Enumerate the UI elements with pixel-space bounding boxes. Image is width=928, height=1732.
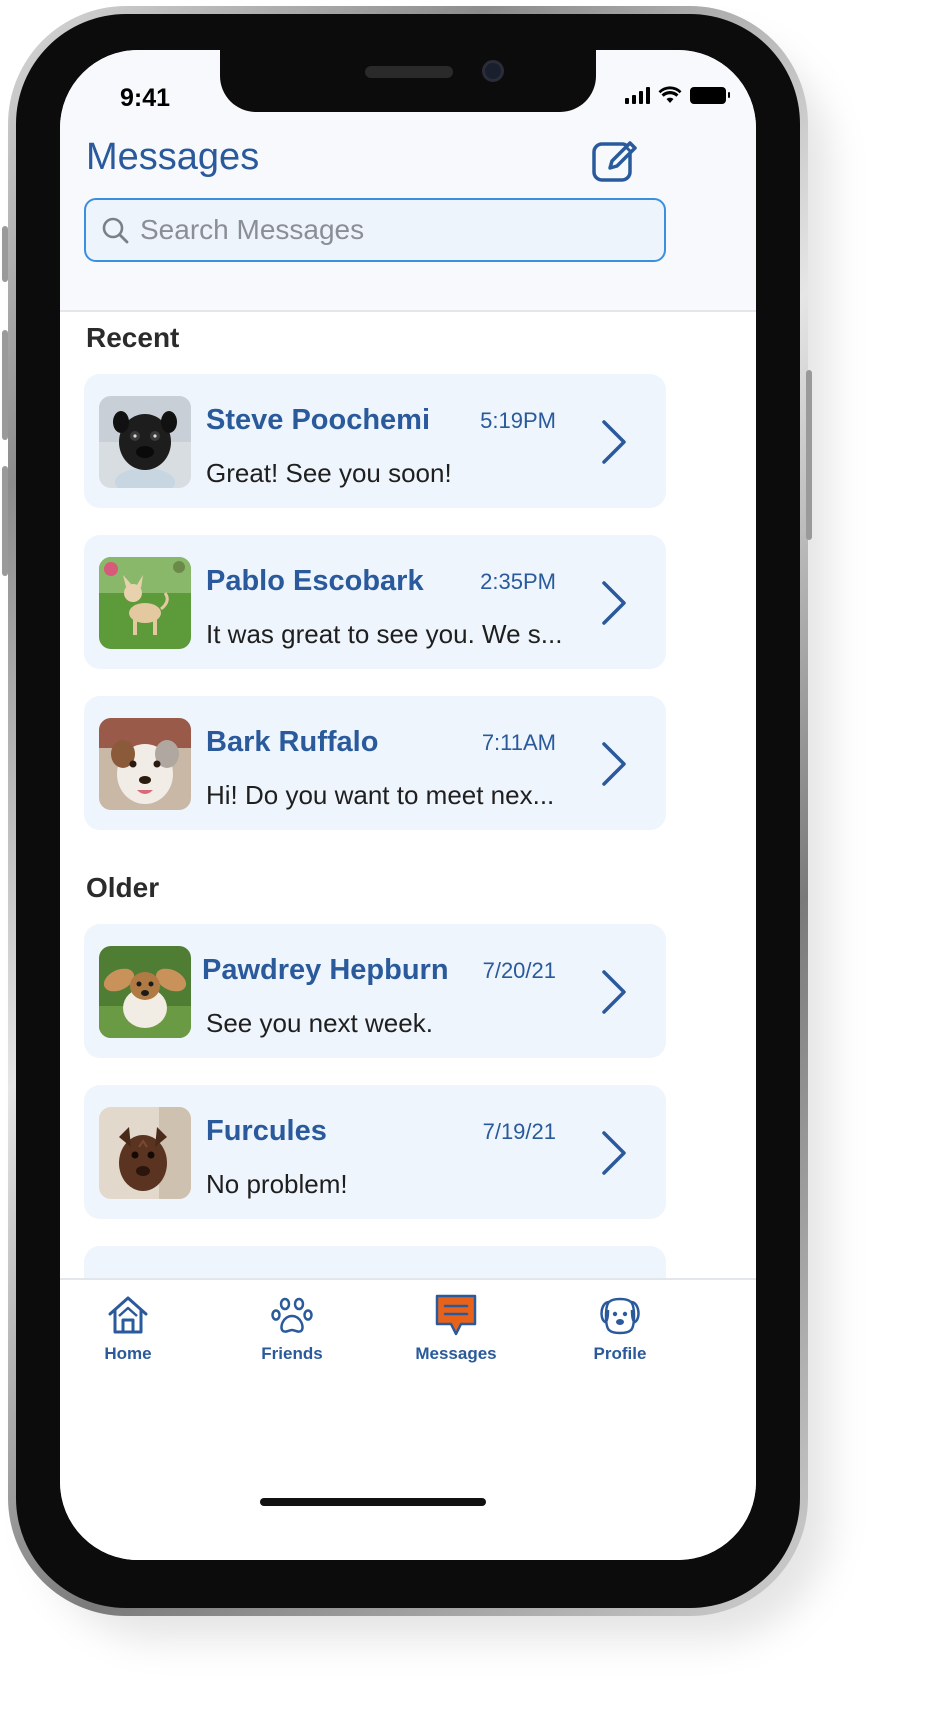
contact-name: Bark Ruffalo [206, 726, 379, 758]
terrier-avatar [99, 946, 191, 1038]
contact-name: Pablo Escobark [206, 565, 424, 597]
tab-messages[interactable]: Messages [396, 1292, 516, 1364]
contact-name: Pawdrey Hepburn [202, 954, 449, 986]
section-title-older: Older [86, 872, 160, 903]
message-time: 7/20/21 [482, 958, 556, 983]
search-field[interactable] [84, 198, 666, 262]
section-title-recent: Recent [86, 322, 180, 353]
wifi-icon [658, 86, 682, 103]
tab-home[interactable]: Home [68, 1292, 188, 1364]
page-title: Messages [86, 136, 260, 178]
chevron-right-icon [602, 1131, 626, 1175]
tab-label-home: Home [104, 1344, 152, 1363]
message-time: 2:35PM [480, 569, 556, 594]
paw-icon [271, 1297, 313, 1333]
chihuahua-avatar [99, 557, 191, 649]
status-icons [625, 86, 730, 104]
tab-profile[interactable]: Profile [560, 1292, 680, 1364]
tab-label-profile: Profile [593, 1344, 647, 1363]
pitbull-avatar [99, 1107, 191, 1199]
dog-face-icon [600, 1297, 640, 1335]
phone-screen: 9:41 Messages Recent [60, 50, 756, 1560]
message-time: 5:19PM [480, 408, 556, 433]
message-preview: Hi! Do you want to meet nex... [206, 780, 555, 810]
message-time: 7/19/21 [482, 1119, 556, 1144]
tab-label-friends: Friends [261, 1344, 323, 1363]
search-input[interactable] [140, 214, 640, 246]
search-icon [102, 217, 129, 244]
contact-name: Furcules [206, 1115, 327, 1147]
conversation-card[interactable]: Bark Ruffalo 7:11AM Hi! Do you want to m… [84, 696, 666, 830]
home-indicator[interactable] [260, 1498, 486, 1506]
tab-friends[interactable]: Friends [232, 1292, 352, 1364]
message-preview: It was great to see you. We s... [206, 619, 563, 649]
message-preview: See you next week. [206, 1008, 433, 1038]
power-button [806, 370, 812, 540]
message-time: 7:11AM [481, 730, 556, 755]
compose-icon[interactable] [590, 136, 640, 186]
mute-switch [2, 226, 8, 282]
message-preview: Great! See you soon! [206, 458, 452, 488]
notch [220, 50, 596, 112]
status-time: 9:41 [120, 84, 171, 112]
chevron-right-icon [602, 420, 626, 464]
battery-icon [690, 86, 730, 104]
message-preview: No problem! [206, 1169, 348, 1199]
speaker-grille [365, 66, 453, 78]
conversation-card[interactable]: Furcules 7/19/21 No problem! [84, 1085, 666, 1219]
front-camera [482, 60, 504, 82]
cellular-signal-icon [625, 86, 650, 104]
tab-label-messages: Messages [415, 1344, 497, 1363]
tab-bar: Home Friends Messages Profile [60, 1278, 756, 1560]
contact-name: Steve Poochemi [206, 404, 431, 436]
aussie-avatar [99, 718, 191, 810]
chevron-right-icon [602, 742, 626, 786]
pug-avatar [99, 396, 191, 488]
chevron-right-icon [602, 970, 626, 1014]
conversation-card[interactable]: Pawdrey Hepburn 7/20/21 See you next wee… [84, 924, 666, 1058]
conversation-card[interactable]: Steve Poochemi 5:19PM Great! See you soo… [84, 374, 666, 508]
chevron-right-icon [602, 581, 626, 625]
volume-up-button [2, 330, 8, 440]
chat-icon [435, 1294, 477, 1336]
volume-down-button [2, 466, 8, 576]
conversation-card[interactable]: Pablo Escobark 2:35PM It was great to se… [84, 535, 666, 669]
home-icon [108, 1296, 148, 1334]
